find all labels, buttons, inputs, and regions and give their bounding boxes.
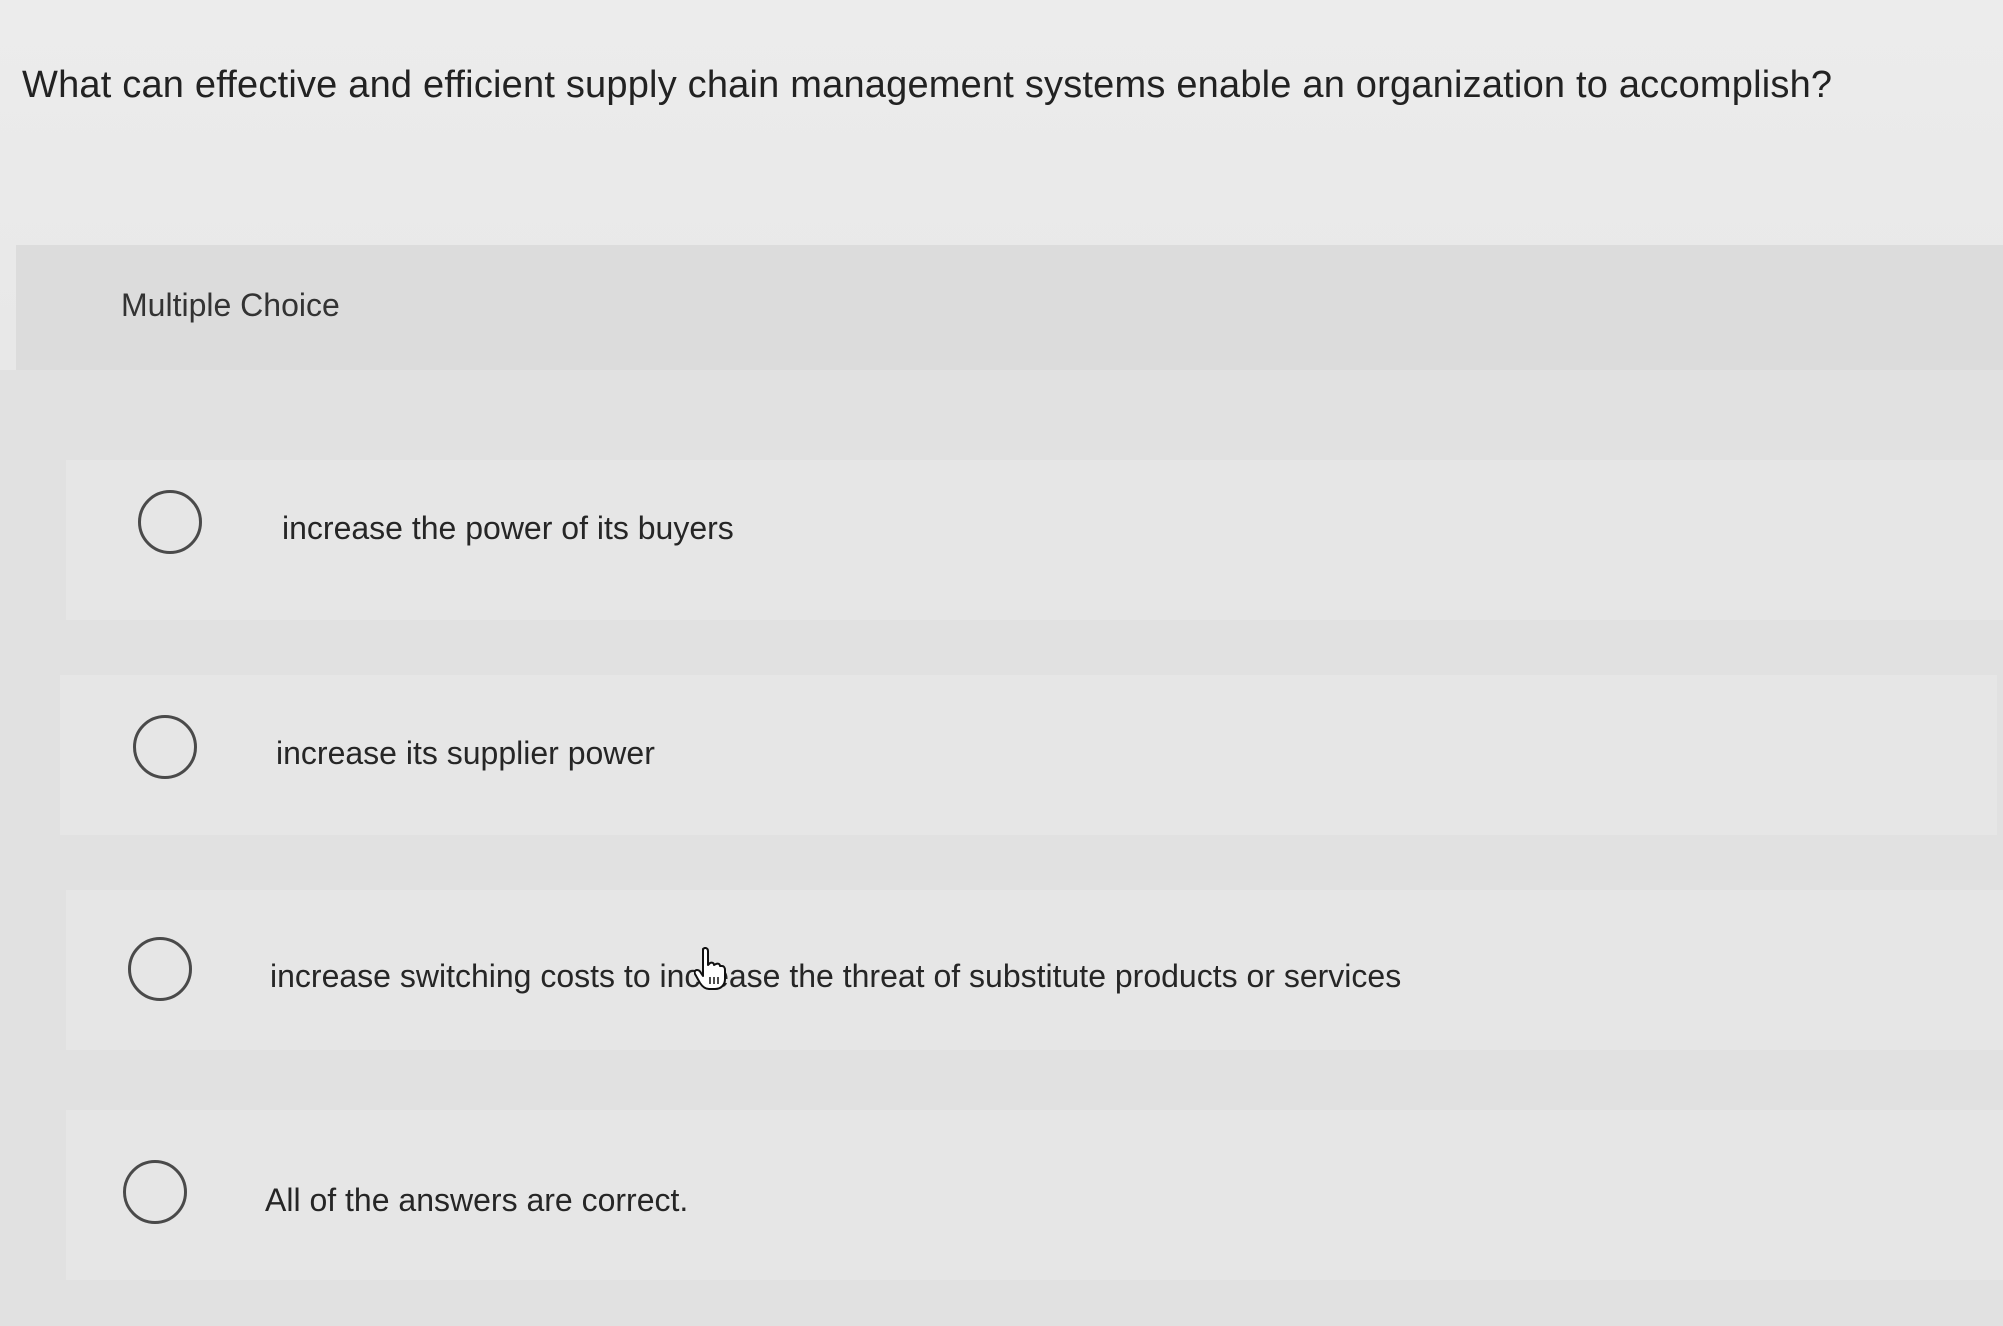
multiple-choice-label: Multiple Choice	[121, 287, 340, 323]
radio-button-icon[interactable]	[128, 937, 192, 1001]
radio-button-icon[interactable]	[138, 490, 202, 554]
answer-option-4[interactable]: All of the answers are correct.	[66, 1110, 2003, 1280]
radio-button-icon[interactable]	[123, 1160, 187, 1224]
answer-option-label: All of the answers are correct.	[265, 1182, 689, 1218]
answer-option-label: increase its supplier power	[276, 735, 655, 771]
answer-option-label: increase the power of its buyers	[282, 510, 734, 546]
answer-option-label: increase switching costs to increase the…	[270, 958, 1402, 994]
hand-pointer-icon	[694, 947, 726, 990]
multiple-choice-header: Multiple Choice	[16, 245, 2003, 370]
answer-option-1[interactable]: increase the power of its buyers	[66, 460, 2003, 620]
radio-button-icon[interactable]	[133, 715, 197, 779]
answer-option-3[interactable]: increase switching costs to increase the…	[66, 890, 2003, 1050]
question-text: What can effective and efficient supply …	[22, 64, 1833, 106]
answer-option-2[interactable]: increase its supplier power	[60, 675, 1997, 835]
